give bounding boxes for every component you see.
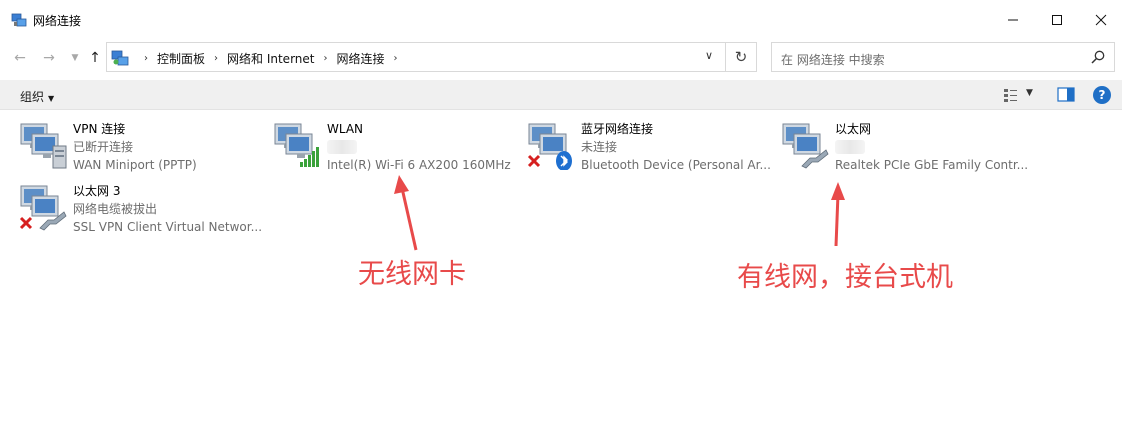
organize-button[interactable]: 组织 ▼: [20, 88, 54, 105]
connection-device: SSL VPN Client Virtual Networ...: [73, 220, 263, 234]
forward-arrow-icon: →: [43, 50, 55, 66]
connection-item-wlan[interactable]: WLAN Intel(R) Wi-Fi 6 AX200 160MHz: [272, 120, 522, 174]
maximize-button[interactable]: [1034, 0, 1080, 40]
annotation-arrow-wireless: [394, 175, 418, 251]
command-bar: 组织 ▼ ▼: [0, 80, 1122, 110]
breadcrumb: › 控制面板 › 网络和 Internet › 网络连接 ›: [135, 50, 407, 67]
network-connections-icon: [11, 13, 27, 27]
preview-pane-icon[interactable]: [1057, 87, 1075, 102]
back-button[interactable]: ←: [10, 48, 30, 68]
control-panel-icon: [111, 50, 129, 66]
refresh-button[interactable]: ↻: [726, 42, 757, 72]
connection-item-ethernet[interactable]: 以太网 Realtek PCIe GbE Family Contr...: [780, 120, 1030, 174]
breadcrumb-separator-icon[interactable]: ›: [144, 53, 148, 64]
connection-name: 蓝牙网络连接: [581, 122, 654, 136]
change-view-icon[interactable]: [1003, 87, 1019, 103]
search-icon[interactable]: [1090, 49, 1106, 65]
up-button[interactable]: ↑: [85, 48, 105, 68]
forward-button[interactable]: →: [39, 48, 59, 68]
connection-device: WAN Miniport (PPTP): [73, 158, 197, 172]
connection-name: 以太网: [835, 122, 872, 136]
minimize-icon: [1008, 19, 1018, 21]
window-title: 网络连接: [33, 14, 82, 28]
breadcrumb-control-panel[interactable]: 控制面板: [157, 50, 205, 67]
address-dropdown-button[interactable]: ∨: [699, 49, 719, 67]
chevron-down-icon: ▼: [48, 94, 55, 103]
connection-status: [327, 138, 527, 156]
title-bar: 网络连接: [0, 0, 1122, 40]
connection-status: 网络电缆被拔出: [73, 202, 158, 216]
ethernet-network-icon: [782, 123, 829, 169]
breadcrumb-network-internet[interactable]: 网络和 Internet: [227, 50, 314, 67]
refresh-icon: ↻: [734, 48, 748, 66]
connection-device: Realtek PCIe GbE Family Contr...: [835, 158, 1029, 172]
chevron-down-icon: ∨: [704, 49, 714, 62]
breadcrumb-separator-icon[interactable]: ›: [214, 53, 218, 64]
up-arrow-icon: ↑: [89, 50, 101, 66]
maximize-icon: [1052, 15, 1062, 25]
breadcrumb-separator-icon[interactable]: ›: [323, 53, 327, 64]
connection-name: 以太网 3: [73, 184, 121, 198]
breadcrumb-network-connections[interactable]: 网络连接: [336, 50, 384, 67]
chevron-down-icon: ▼: [71, 53, 79, 63]
search-input[interactable]: 在 网络连接 中搜索: [771, 42, 1115, 72]
wifi-network-icon: [274, 123, 319, 167]
annotation-wired-label: 有线网，接台式机: [737, 262, 953, 293]
address-bar[interactable]: › 控制面板 › 网络和 Internet › 网络连接 › ∨: [106, 42, 726, 72]
vpn-network-icon: [20, 123, 67, 169]
close-button[interactable]: [1078, 0, 1122, 40]
breadcrumb-separator-icon[interactable]: ›: [394, 53, 398, 64]
ethernet-network-icon: [19, 185, 67, 231]
connection-name: VPN 连接: [73, 122, 126, 136]
minimize-button[interactable]: [990, 0, 1036, 40]
help-icon[interactable]: ?: [1093, 86, 1111, 104]
close-icon: [1095, 14, 1107, 26]
bluetooth-network-icon: [527, 123, 572, 170]
view-options-arrow-icon[interactable]: ▼: [1026, 88, 1033, 98]
connection-device: Bluetooth Device (Personal Ar...: [581, 158, 771, 172]
annotation-arrow-wired: [831, 182, 845, 247]
redacted-network-name: [835, 140, 865, 154]
organize-label: 组织: [20, 90, 45, 104]
annotation-wireless-label: 无线网卡: [358, 259, 466, 290]
connection-item-bluetooth[interactable]: 蓝牙网络连接 未连接 Bluetooth Device (Personal Ar…: [526, 120, 776, 174]
recent-locations-button[interactable]: ▼: [65, 48, 85, 68]
connection-status: 未连接: [581, 140, 618, 154]
connection-status: [835, 138, 1035, 156]
redacted-network-name: [327, 140, 357, 154]
connection-item-ethernet-3[interactable]: 以太网 3 网络电缆被拔出 SSL VPN Client Virtual Net…: [18, 182, 268, 236]
connection-name: WLAN: [327, 122, 364, 136]
connection-status: 已断开连接: [73, 140, 134, 154]
search-placeholder: 在 网络连接 中搜索: [781, 53, 885, 67]
connection-item-vpn[interactable]: VPN 连接 已断开连接 WAN Miniport (PPTP): [18, 120, 268, 174]
back-arrow-icon: ←: [14, 50, 26, 66]
